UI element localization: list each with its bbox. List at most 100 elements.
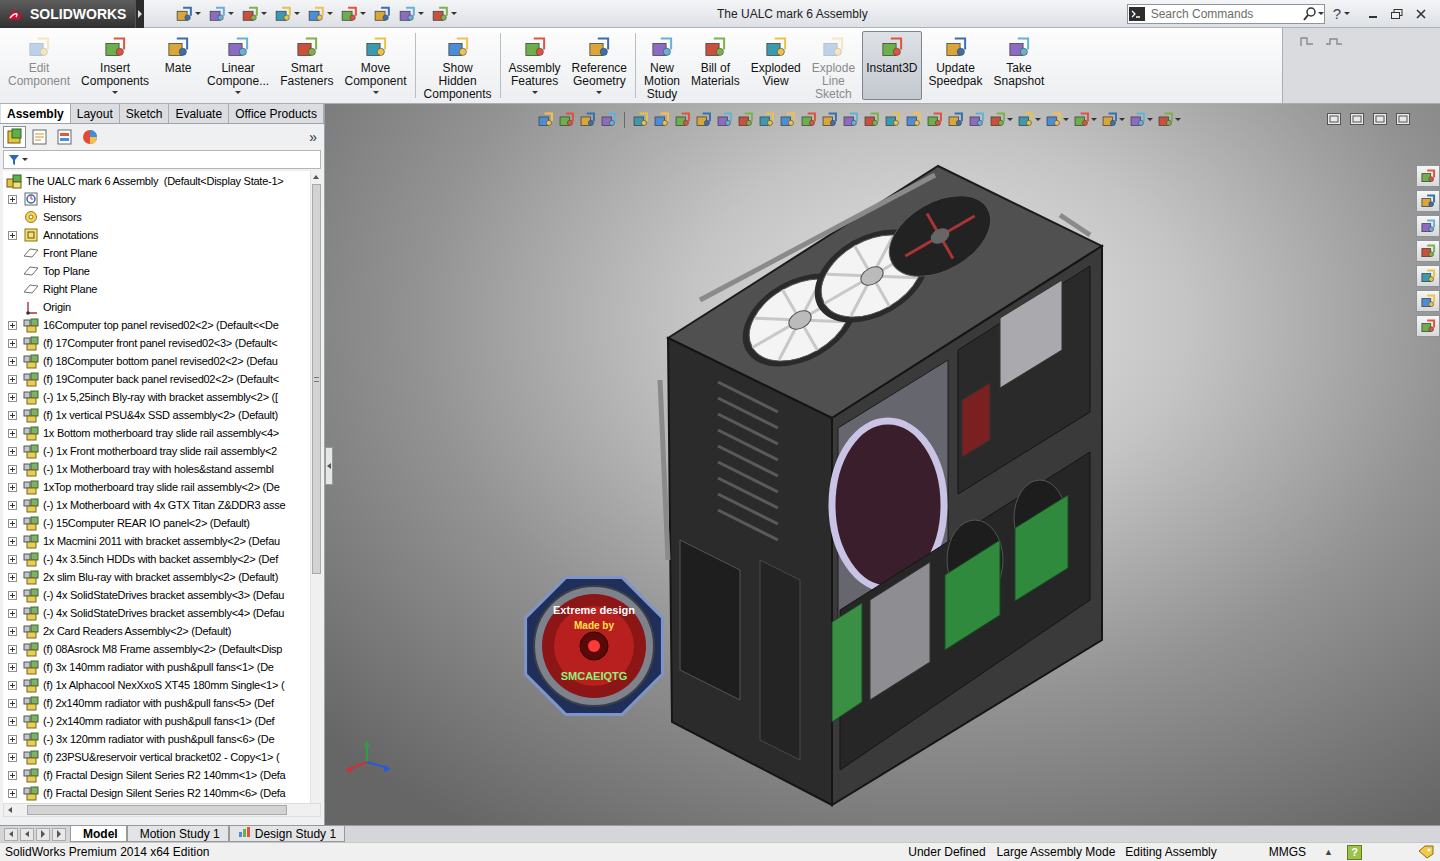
- dropdown-arrow[interactable]: [373, 91, 379, 94]
- tree-scrollbar[interactable]: [310, 171, 321, 803]
- expand-toggle[interactable]: [8, 771, 17, 780]
- tree-item[interactable]: 1x Bottom motherboard tray slide rail as…: [3, 424, 310, 442]
- command-tab[interactable]: Layout: [71, 104, 120, 123]
- linear-compone-button[interactable]: LinearCompone...: [203, 31, 273, 100]
- expand-toggle[interactable]: [8, 663, 17, 672]
- tree-item[interactable]: (f) 17Computer front panel revised02<3> …: [3, 334, 310, 352]
- command-tab[interactable]: Assembly: [1, 104, 71, 123]
- expand-toggle[interactable]: [8, 753, 17, 762]
- quick-tips-button[interactable]: ?: [1347, 845, 1362, 860]
- tree-item[interactable]: (-) 1x 5,25inch Bly-ray with bracket ass…: [3, 388, 310, 406]
- task-pane-tab[interactable]: [1416, 165, 1440, 187]
- expand-toggle[interactable]: [8, 555, 17, 564]
- minimize-button[interactable]: [1364, 6, 1382, 22]
- rebuild-button[interactable]: [372, 5, 392, 23]
- tree-item[interactable]: 1xTop motherboard tray slide rail assemb…: [3, 478, 310, 496]
- panel-tab[interactable]: [78, 126, 101, 148]
- dropdown-arrow[interactable]: [261, 12, 267, 15]
- expand-toggle[interactable]: [8, 465, 17, 474]
- tree-item[interactable]: 16Computer top panel revised02<2> (Defau…: [3, 316, 310, 334]
- smart-fasteners-button[interactable]: SmartFasteners: [276, 31, 337, 100]
- menu-pin[interactable]: [135, 0, 144, 28]
- tree-item[interactable]: (-) 1x Front motherboard tray slide rail…: [3, 442, 310, 460]
- rotate-button[interactable]: [968, 111, 985, 128]
- offset-button[interactable]: [842, 111, 859, 128]
- scroll-thumb[interactable]: [27, 805, 287, 815]
- save-button[interactable]: [240, 5, 268, 23]
- task-pane-tab[interactable]: [1416, 315, 1440, 337]
- expand-toggle[interactable]: [8, 717, 17, 726]
- tree-item[interactable]: Front Plane: [3, 244, 310, 262]
- file-properties-button[interactable]: [397, 5, 425, 23]
- section-view-button[interactable]: [600, 111, 617, 128]
- panel-splitter[interactable]: [325, 447, 333, 485]
- bill-of-materials-button[interactable]: Bill ofMaterials: [687, 31, 744, 100]
- task-pane-tab[interactable]: [1416, 240, 1440, 262]
- dropdown-arrow[interactable]: [1344, 12, 1350, 15]
- tree-item[interactable]: (-) 3x 120mm radiator with push&pull fan…: [3, 730, 310, 748]
- expand-toggle[interactable]: [8, 357, 17, 366]
- dropdown-arrow[interactable]: [22, 158, 28, 161]
- rectangle-button[interactable]: [653, 111, 670, 128]
- tree-filter[interactable]: [3, 150, 321, 169]
- search-commands[interactable]: [1127, 4, 1325, 24]
- restore-button[interactable]: [1388, 6, 1406, 22]
- dropdown-arrow[interactable]: [294, 12, 300, 15]
- view-settings-button[interactable]: [1157, 111, 1181, 128]
- expand-toggle[interactable]: [8, 429, 17, 438]
- tree-item[interactable]: Sensors: [3, 208, 310, 226]
- more-tabs-button[interactable]: »: [309, 129, 317, 145]
- task-pane-tab[interactable]: [1416, 265, 1440, 287]
- dropdown-arrow[interactable]: [1007, 118, 1013, 121]
- fillet-button[interactable]: [779, 111, 796, 128]
- dropdown-arrow[interactable]: [1091, 118, 1097, 121]
- tree-item[interactable]: (f) 19Computer back panel revised02<2> (…: [3, 370, 310, 388]
- exploded-view-button[interactable]: ExplodedView: [747, 31, 805, 100]
- expand-toggle[interactable]: [8, 195, 17, 204]
- previous-view-button[interactable]: [579, 111, 596, 128]
- dropdown-arrow[interactable]: [1119, 118, 1125, 121]
- panel-tab[interactable]: [3, 126, 26, 148]
- tree-item[interactable]: (f) 23PSU&reservoir vertical bracket02 -…: [3, 748, 310, 766]
- dropdown-arrow[interactable]: [451, 12, 457, 15]
- units-menu-button[interactable]: ▲: [1324, 847, 1333, 857]
- zoom-out-button[interactable]: [926, 111, 943, 128]
- apply-scene-button[interactable]: [1129, 111, 1153, 128]
- solidworks-logo[interactable]: SOLIDWORKS: [0, 0, 135, 28]
- pan-button[interactable]: [989, 111, 1013, 128]
- scroll-up[interactable]: [311, 171, 322, 182]
- relation-button[interactable]: [863, 111, 880, 128]
- tree-item[interactable]: (f) 1x Alphacool NexXxoS XT45 180mm Sing…: [3, 676, 310, 694]
- tree-item[interactable]: History: [3, 190, 310, 208]
- scroll-thumb[interactable]: [312, 184, 321, 574]
- mirror-button[interactable]: [821, 111, 838, 128]
- expand-toggle[interactable]: [8, 627, 17, 636]
- reference-geometry-button[interactable]: ReferenceGeometry: [568, 31, 631, 100]
- expand-toggle[interactable]: [8, 591, 17, 600]
- new-document-button[interactable]: [174, 5, 202, 23]
- tree-item[interactable]: (f) 08Asrock M8 Frame assembly<2> (Defau…: [3, 640, 310, 658]
- tree-item[interactable]: (-) 15Computer REAR IO panel<2> (Default…: [3, 514, 310, 532]
- link-views-icon[interactable]: [1350, 113, 1364, 125]
- zoom-in-button[interactable]: [905, 111, 922, 128]
- dimension-button[interactable]: [884, 111, 901, 128]
- tree-item[interactable]: (-) 4x 3.5inch HDDs with backet assembly…: [3, 550, 310, 568]
- maximize-view-icon[interactable]: [1396, 113, 1410, 125]
- split-view-icon[interactable]: [1327, 113, 1341, 125]
- search-input[interactable]: [1146, 7, 1302, 21]
- panel-tab[interactable]: [53, 126, 76, 148]
- dropdown-arrow[interactable]: [532, 91, 538, 94]
- dropdown-arrow[interactable]: [1147, 118, 1153, 121]
- new-motion-study-button[interactable]: NewMotionStudy: [640, 31, 684, 100]
- arc-button[interactable]: [737, 111, 754, 128]
- tree-item[interactable]: (f) 2x140mm radiator with push&pull fans…: [3, 694, 310, 712]
- expand-toggle[interactable]: [8, 375, 17, 384]
- expand-toggle[interactable]: [8, 537, 17, 546]
- tree-item[interactable]: 1x Macmini 2011 with bracket assembly<2>…: [3, 532, 310, 550]
- tab-scroll-button[interactable]: [4, 828, 18, 841]
- expand-toggle[interactable]: [8, 699, 17, 708]
- search-dropdown[interactable]: [1318, 12, 1324, 15]
- expand-toggle[interactable]: [8, 735, 17, 744]
- take-snapshot-button[interactable]: TakeSnapshot: [990, 31, 1049, 100]
- tree-item[interactable]: (f) 18Computer bottom panel revised02<2>…: [3, 352, 310, 370]
